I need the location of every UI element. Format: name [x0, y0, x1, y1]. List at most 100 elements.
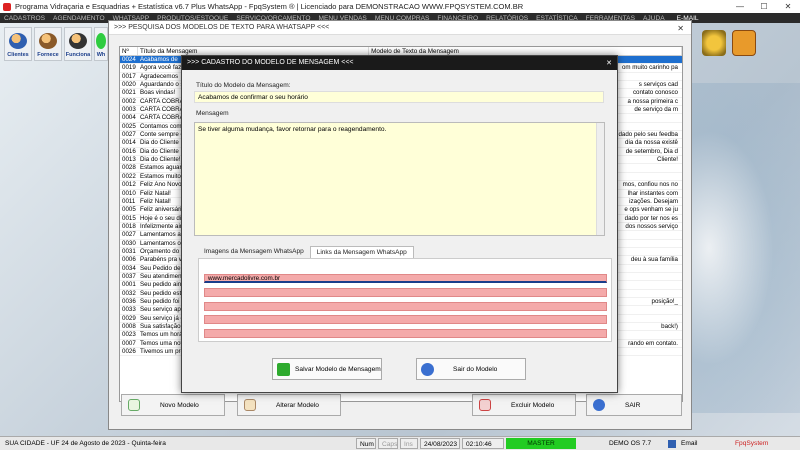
status-master-badge: MASTER [506, 438, 576, 449]
link-field-3[interactable] [204, 302, 607, 311]
row-number: 0002 [122, 97, 136, 105]
row-number: 0011 [122, 197, 136, 205]
row-number: 0010 [122, 189, 136, 197]
excluir-modelo-button[interactable]: Excluir Modelo [472, 394, 576, 416]
message-scrollbar[interactable] [596, 123, 604, 235]
exit-model-button[interactable]: Sair do Modelo [416, 358, 526, 380]
row-number: 0033 [122, 306, 136, 314]
sair-button[interactable]: SAIR [586, 394, 682, 416]
exit-arrow-icon [593, 399, 605, 411]
title-field-label: Título do Modelo da Mensagem: [196, 82, 291, 89]
exit-arrow-icon [421, 362, 434, 376]
toolbar-suppliers-button[interactable]: Fornece [34, 27, 62, 61]
checkmark-icon [277, 362, 290, 376]
row-number: 0019 [122, 64, 136, 72]
row-number: 0016 [122, 147, 136, 155]
modal-titlebar: >>> CADASTRO DO MODELO DE MENSAGEM <<< ✕ [182, 56, 617, 70]
link-field-2[interactable] [204, 288, 607, 297]
column-header-text[interactable]: Modelo de Texto da Mensagem [369, 47, 682, 55]
novo-modelo-button[interactable]: Novo Modelo [121, 394, 225, 416]
status-date: 24/08/2023 [420, 438, 460, 449]
row-number: 0023 [122, 331, 136, 339]
minimize-button[interactable]: — [728, 0, 752, 13]
modal-close-button[interactable]: ✕ [606, 59, 612, 67]
row-number: 0012 [122, 181, 136, 189]
row-number: 0032 [122, 289, 136, 297]
message-field-label: Mensagem [196, 110, 229, 117]
tab-links[interactable]: Links da Mensagem WhatsApp [309, 246, 414, 258]
link-field-4[interactable] [204, 315, 607, 324]
employees-icon [69, 33, 87, 49]
row-number: 0031 [122, 247, 136, 255]
row-number: 0014 [122, 139, 136, 147]
row-number: 0020 [122, 81, 136, 89]
menu-agendamento[interactable]: AGENDAMENTO [53, 15, 105, 22]
status-brand: FpqSystem [735, 440, 769, 447]
message-textarea[interactable]: Se tiver alguma mudança, favor retornar … [194, 122, 605, 236]
row-number: 0036 [122, 297, 136, 305]
delete-icon [479, 399, 491, 411]
alterar-modelo-button[interactable]: Alterar Modelo [237, 394, 341, 416]
links-panel: www.mercadolivre.com.br [198, 258, 612, 342]
column-header-number[interactable]: Nº [120, 47, 138, 55]
suppliers-icon [39, 33, 57, 49]
row-number: 0003 [122, 106, 136, 114]
title-input[interactable]: Acabamos de confirmar o seu horário [194, 91, 604, 103]
whatsapp-icon [96, 33, 106, 49]
modal-tabs: Imagens da Mensagem WhatsApp Links da Me… [198, 246, 414, 258]
status-bar: SUA CIDADE - UF 24 de Agosto de 2023 - Q… [0, 436, 800, 450]
row-number: 0021 [122, 89, 136, 97]
toolbar-clients-button[interactable]: Clientes [4, 27, 32, 61]
email-icon [668, 440, 676, 448]
close-button[interactable]: ✕ [776, 0, 800, 13]
row-number: 0037 [122, 272, 136, 280]
link-field-1[interactable]: www.mercadolivre.com.br [204, 274, 607, 283]
row-number: 0025 [122, 122, 136, 130]
cadastro-modal: >>> CADASTRO DO MODELO DE MENSAGEM <<< ✕… [181, 55, 618, 393]
row-number: 0029 [122, 314, 136, 322]
coins-icon[interactable] [702, 30, 726, 56]
menu-cadastros[interactable]: CADASTROS [4, 15, 45, 22]
exit-door-icon[interactable] [732, 30, 756, 56]
status-time: 02:10:46 [462, 438, 504, 449]
row-number: 0034 [122, 264, 136, 272]
row-number: 0013 [122, 156, 136, 164]
status-city-date: SUA CIDADE - UF 24 de Agosto de 2023 - Q… [5, 440, 166, 447]
status-caps: Caps [378, 438, 398, 449]
toolbar-whatsapp-button[interactable]: Wh [94, 27, 108, 61]
row-number: 0028 [122, 164, 136, 172]
message-text: Se tiver alguma mudança, favor retornar … [198, 126, 387, 133]
app-logo-icon [3, 2, 11, 11]
modal-title: >>> CADASTRO DO MODELO DE MENSAGEM <<< [187, 59, 354, 66]
row-number: 0024 [122, 56, 136, 63]
row-number: 0027 [122, 131, 136, 139]
row-number: 0008 [122, 323, 136, 330]
row-number: 0030 [122, 239, 136, 247]
toolbar-employees-button[interactable]: Funciona [64, 27, 92, 61]
row-number: 0017 [122, 72, 136, 80]
row-number: 0004 [122, 114, 136, 122]
row-number: 0027 [122, 231, 136, 239]
row-number: 0022 [122, 172, 136, 180]
status-ins: Ins [400, 438, 418, 449]
edit-pencil-icon [244, 399, 256, 411]
row-number: 0001 [122, 281, 136, 289]
link-field-5[interactable] [204, 329, 607, 338]
window-controls: — ☐ ✕ [728, 0, 800, 13]
app-title: Programa Vidraçaria e Esquadrias + Estat… [15, 2, 524, 11]
row-number: 0026 [122, 348, 136, 356]
maximize-button[interactable]: ☐ [752, 0, 776, 13]
search-window-title: >>> PESQUISA DOS MODELOS DE TEXTO PARA W… [114, 24, 330, 31]
search-window-close-button[interactable]: ✕ [677, 24, 684, 33]
row-number: 0007 [122, 339, 136, 347]
tab-images[interactable]: Imagens da Mensagem WhatsApp [198, 246, 310, 258]
row-number: 0006 [122, 256, 136, 264]
new-document-icon [128, 399, 140, 411]
row-number: 0005 [122, 206, 136, 214]
status-email[interactable]: Email [678, 438, 701, 449]
column-header-title[interactable]: Título da Mensagem [138, 47, 370, 55]
row-number: 0018 [122, 222, 136, 230]
status-num: Num [356, 438, 376, 449]
row-number: 0015 [122, 214, 136, 222]
save-model-button[interactable]: Salvar Modelo de Mensagem [272, 358, 382, 380]
